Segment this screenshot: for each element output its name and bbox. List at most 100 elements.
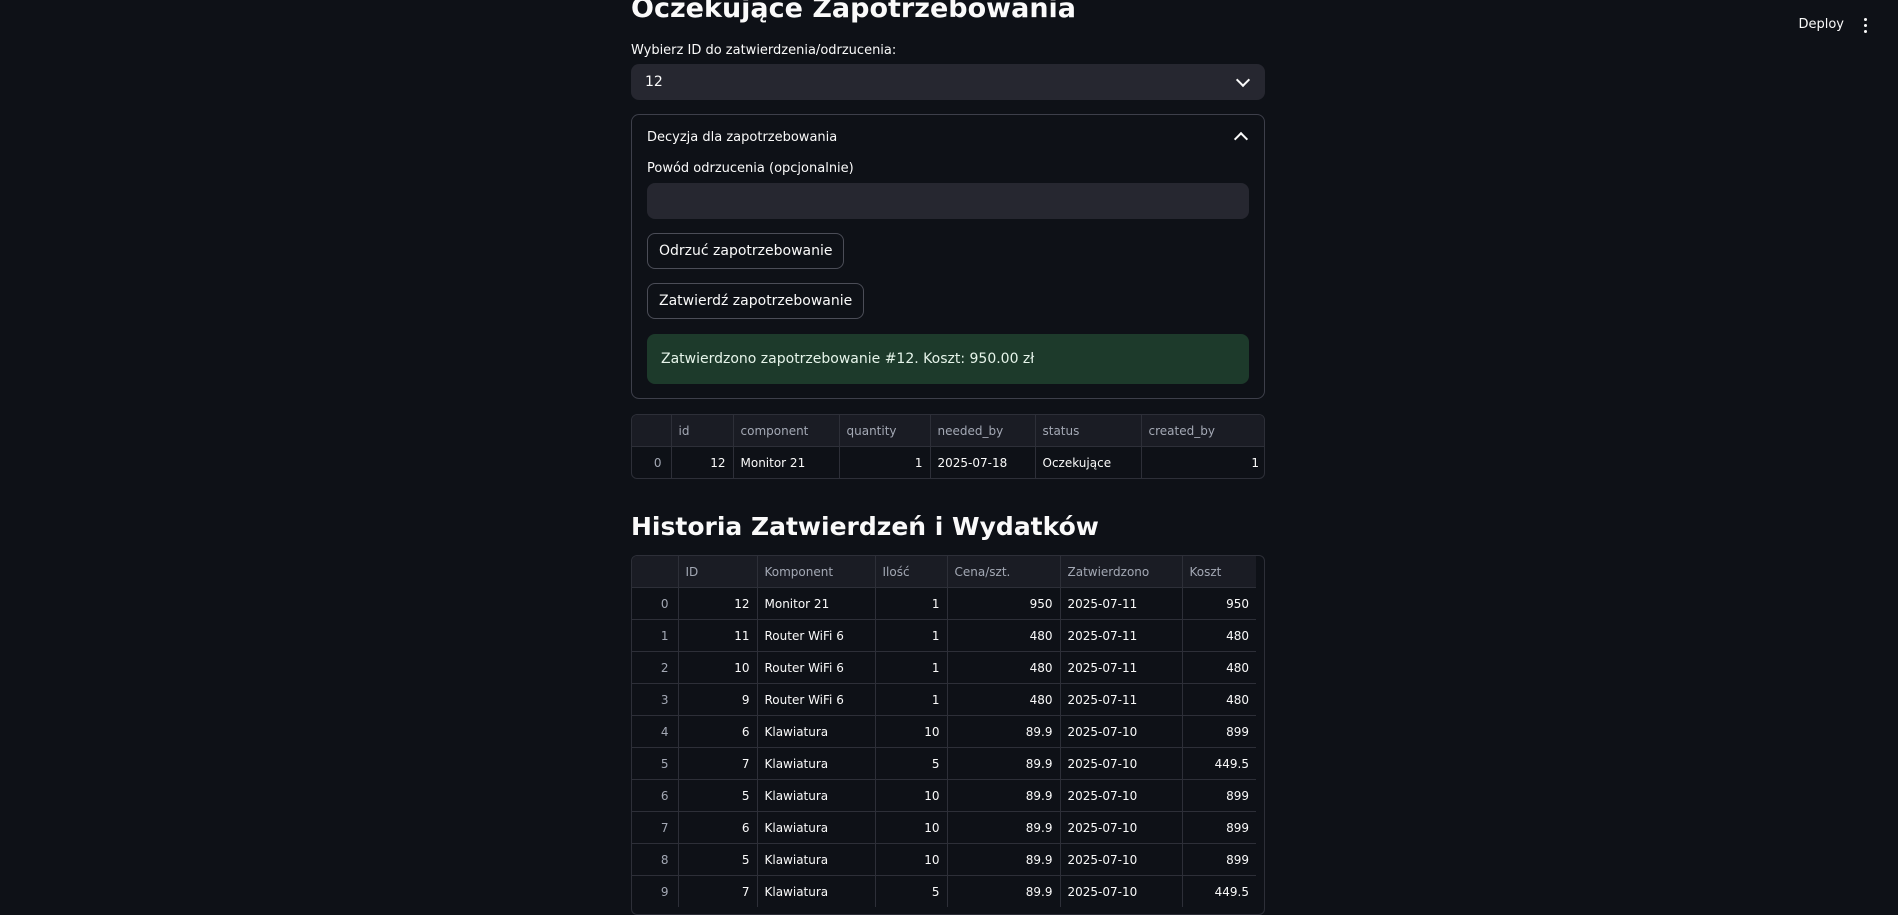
table-cell[interactable]: 2025-07-11 [1060,683,1183,716]
table-cell[interactable]: 5 [678,779,758,812]
table-cell[interactable]: 2025-07-11 [1060,587,1183,620]
table-cell[interactable]: 1 [875,619,948,652]
table-cell[interactable]: 2025-07-11 [1060,651,1183,684]
table-cell[interactable]: 6 [678,811,758,844]
table-cell[interactable]: 5 [678,843,758,876]
decision-expander-header[interactable]: Decyzja dla zapotrzebowania [647,127,1249,147]
table-cell[interactable]: 480 [947,683,1061,716]
table-cell[interactable]: 899 [1182,811,1256,844]
decision-expander: Decyzja dla zapotrzebowania Powód odrzuc… [631,114,1265,399]
pending-table-header: id component quantity needed_by status c… [632,415,1264,447]
table-cell[interactable]: 1 [839,446,931,478]
table-row: 2 10 Router WiFi 6 1 480 2025-07-11 480 [632,651,1256,684]
table-cell[interactable]: 10 [875,779,948,812]
column-header[interactable]: quantity [839,415,931,447]
table-cell[interactable]: 480 [1182,619,1256,652]
table-cell[interactable]: Klawiatura [757,843,876,876]
column-header[interactable]: Zatwierdzono [1060,556,1183,588]
column-header[interactable]: Cena/szt. [947,556,1061,588]
table-cell[interactable]: 2025-07-10 [1060,875,1183,907]
table-cell[interactable]: 2025-07-10 [1060,843,1183,876]
table-row: 6 5 Klawiatura 10 89.9 2025-07-10 899 [632,779,1256,812]
table-cell[interactable]: Monitor 21 [757,587,876,620]
column-header[interactable]: component [733,415,840,447]
table-row: 0 12 Monitor 21 1 950 2025-07-11 950 [632,587,1256,620]
select-label: Wybierz ID do zatwierdzenia/odrzucenia: [631,43,897,58]
column-header[interactable]: Ilość [875,556,948,588]
id-select[interactable]: 12 [631,64,1265,100]
table-cell[interactable]: Monitor 21 [733,446,840,478]
reason-input[interactable] [647,183,1249,219]
table-cell[interactable]: 89.9 [947,715,1061,748]
table-row: 1 11 Router WiFi 6 1 480 2025-07-11 480 [632,619,1256,652]
table-cell[interactable]: 89.9 [947,747,1061,780]
table-cell[interactable]: 2025-07-11 [1060,619,1183,652]
table-cell[interactable]: 480 [1182,683,1256,716]
reject-button[interactable]: Odrzuć zapotrzebowanie [647,233,845,269]
table-cell[interactable]: 89.9 [947,779,1061,812]
history-table[interactable]: ID Komponent Ilość Cena/szt. Zatwierdzon… [631,555,1265,915]
table-cell[interactable]: 6 [678,715,758,748]
table-cell[interactable]: 480 [947,619,1061,652]
table-cell[interactable]: Klawiatura [757,779,876,812]
table-cell[interactable]: 1 [1141,447,1264,479]
main-menu-icon[interactable] [1858,15,1872,35]
table-cell[interactable]: 5 [875,875,948,907]
table-cell[interactable]: 2025-07-10 [1060,715,1183,748]
table-cell[interactable]: 480 [1182,651,1256,684]
row-index: 6 [632,779,679,812]
table-cell[interactable]: 11 [678,619,758,652]
approve-button[interactable]: Zatwierdź zapotrzebowanie [647,283,865,319]
table-cell[interactable]: 12 [678,587,758,620]
table-cell[interactable]: Klawiatura [757,875,876,907]
column-header[interactable] [632,556,679,588]
table-cell[interactable]: 2025-07-10 [1060,779,1183,812]
column-header[interactable]: needed_by [930,415,1036,447]
table-cell[interactable]: 899 [1182,843,1256,876]
column-header[interactable]: id [671,415,734,447]
deploy-button[interactable]: Deploy [1798,15,1844,35]
table-cell[interactable]: Klawiatura [757,715,876,748]
table-cell[interactable]: 10 [678,651,758,684]
table-cell[interactable]: 480 [947,651,1061,684]
table-cell[interactable]: 10 [875,843,948,876]
toolbar: Deploy [1798,15,1872,35]
table-cell[interactable]: 9 [678,683,758,716]
table-cell[interactable]: 89.9 [947,811,1061,844]
table-cell[interactable]: 1 [875,587,948,620]
column-header[interactable]: ID [678,556,758,588]
table-cell[interactable]: 2025-07-10 [1060,747,1183,780]
table-cell[interactable]: 2025-07-10 [1060,811,1183,844]
table-cell[interactable]: 899 [1182,715,1256,748]
table-cell[interactable]: Router WiFi 6 [757,651,876,684]
column-header[interactable]: created_by [1141,415,1264,447]
table-cell[interactable]: Klawiatura [757,811,876,844]
table-cell[interactable]: Klawiatura [757,747,876,780]
table-cell[interactable]: 5 [875,747,948,780]
table-cell[interactable]: 950 [1182,587,1256,620]
table-cell[interactable]: 899 [1182,779,1256,812]
table-row: 9 7 Klawiatura 5 89.9 2025-07-10 449.5 [632,875,1256,908]
column-header[interactable]: Komponent [757,556,876,588]
table-cell[interactable]: 12 [671,446,734,478]
column-header[interactable]: status [1035,415,1142,447]
table-cell[interactable]: 2025-07-18 [930,446,1036,478]
table-cell[interactable]: 89.9 [947,875,1061,907]
table-cell[interactable]: 449.5 [1182,747,1256,780]
table-cell[interactable]: 449.5 [1182,876,1256,908]
table-cell[interactable]: 7 [678,747,758,780]
table-cell[interactable]: 7 [678,875,758,907]
column-header[interactable] [632,415,672,447]
column-header[interactable]: Koszt [1182,556,1256,588]
table-cell[interactable]: Router WiFi 6 [757,619,876,652]
table-cell[interactable]: 10 [875,811,948,844]
table-cell[interactable]: 950 [947,587,1061,620]
table-cell[interactable]: 89.9 [947,843,1061,876]
table-cell[interactable]: 1 [875,683,948,716]
table-cell[interactable]: 1 [875,651,948,684]
pending-table[interactable]: id component quantity needed_by status c… [631,414,1265,479]
table-cell[interactable]: 10 [875,715,948,748]
table-cell[interactable]: Router WiFi 6 [757,683,876,716]
table-cell[interactable]: Oczekujące [1035,446,1142,478]
chevron-down-icon [1235,72,1251,88]
